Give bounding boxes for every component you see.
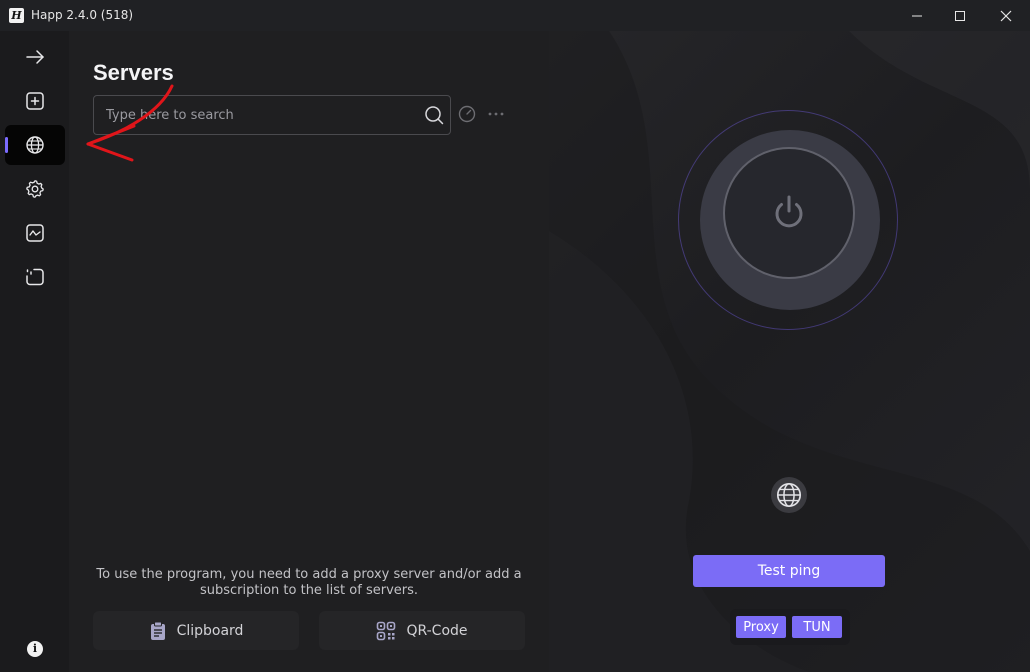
sidebar-item-add[interactable] bbox=[5, 81, 65, 121]
maximize-icon bbox=[955, 10, 965, 21]
power-icon bbox=[775, 195, 803, 228]
speedometer-icon[interactable] bbox=[458, 105, 476, 123]
globe-icon bbox=[26, 136, 44, 154]
active-indicator bbox=[5, 137, 8, 153]
globe-icon bbox=[776, 482, 802, 508]
app-logo-icon: H bbox=[9, 8, 24, 23]
test-ping-button[interactable]: Test ping bbox=[693, 555, 885, 587]
clipboard-label: Clipboard bbox=[176, 622, 244, 639]
search-input[interactable] bbox=[104, 104, 408, 126]
search-box bbox=[93, 95, 451, 135]
activity-chart-icon bbox=[26, 224, 44, 242]
qr-code-icon bbox=[377, 621, 396, 640]
sidebar: i bbox=[0, 31, 69, 672]
more-options-icon[interactable] bbox=[487, 105, 505, 123]
import-qrcode-button[interactable]: QR-Code bbox=[319, 611, 525, 650]
import-clipboard-button[interactable]: Clipboard bbox=[93, 611, 299, 650]
window-title: Happ 2.4.0 (518) bbox=[31, 8, 134, 22]
connection-panel: Test ping Proxy TUN bbox=[549, 31, 1030, 672]
clipboard-icon bbox=[150, 621, 165, 640]
add-square-icon bbox=[26, 92, 44, 110]
log-icon bbox=[26, 268, 44, 286]
mode-proxy-button[interactable]: Proxy bbox=[736, 616, 786, 638]
servers-panel: Servers To use the program, you need to … bbox=[69, 31, 549, 672]
empty-state-hint: To use the program, you need to add a pr… bbox=[96, 567, 522, 598]
info-icon[interactable]: i bbox=[27, 641, 43, 657]
mode-toggle-group: Proxy TUN bbox=[730, 609, 850, 645]
title-bar: H Happ 2.4.0 (518) bbox=[0, 0, 1030, 31]
minimize-button[interactable] bbox=[894, 0, 940, 31]
mode-tun-button[interactable]: TUN bbox=[792, 616, 842, 638]
connect-power-button[interactable] bbox=[723, 147, 855, 279]
minimize-icon bbox=[912, 15, 922, 16]
maximize-button[interactable] bbox=[937, 0, 983, 31]
close-icon bbox=[1000, 10, 1012, 21]
sidebar-item-connect[interactable] bbox=[5, 37, 65, 77]
close-button[interactable] bbox=[983, 0, 1029, 31]
sidebar-item-logs[interactable] bbox=[5, 257, 65, 297]
sidebar-item-servers[interactable] bbox=[5, 125, 65, 165]
gear-icon bbox=[26, 180, 44, 198]
sidebar-item-settings[interactable] bbox=[5, 169, 65, 209]
arrow-right-icon bbox=[26, 50, 44, 64]
server-location-globe bbox=[771, 477, 807, 513]
qrcode-label: QR-Code bbox=[406, 622, 468, 639]
search-icon[interactable] bbox=[424, 105, 444, 125]
page-title: Servers bbox=[93, 60, 174, 85]
sidebar-item-statistics[interactable] bbox=[5, 213, 65, 253]
